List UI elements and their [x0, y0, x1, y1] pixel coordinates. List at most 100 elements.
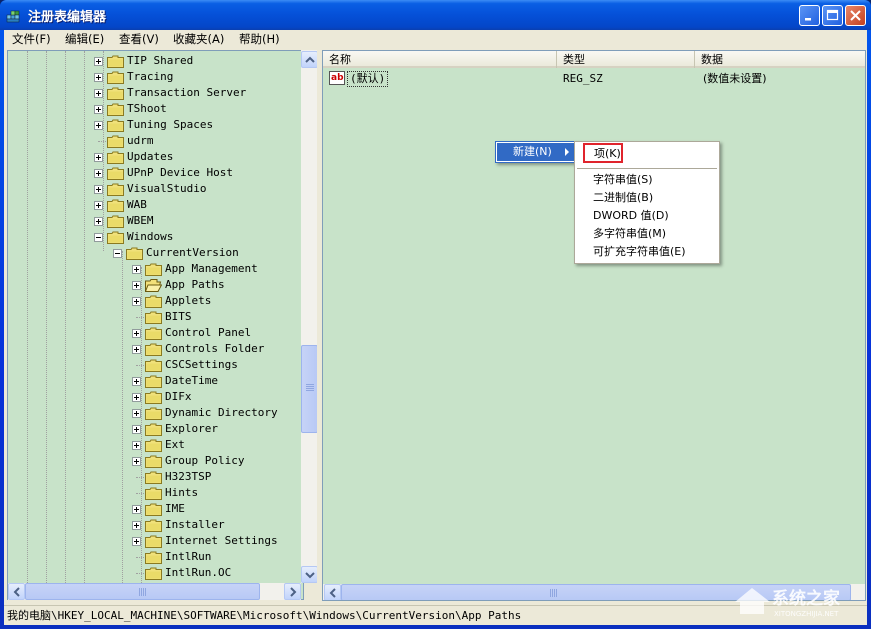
tree-item[interactable]: TShoot — [8, 101, 303, 117]
expand-icon[interactable] — [94, 185, 103, 194]
menu-item-expandable-string-value[interactable]: 可扩充字符串值(E) — [575, 243, 686, 261]
tree-connector — [136, 493, 144, 494]
folder-icon — [107, 167, 124, 180]
tree-item[interactable]: IntlRun.OC — [8, 565, 303, 581]
list-scroll-left-button[interactable] — [324, 584, 341, 600]
tree-item[interactable]: Tracing — [8, 69, 303, 85]
minimize-button[interactable] — [799, 5, 820, 26]
tree-item[interactable]: Internet Settings — [8, 533, 303, 549]
tree-item[interactable]: BITS — [8, 309, 303, 325]
registry-tree-pane[interactable]: TIP Shared Tracing Transaction Server TShoo… — [7, 50, 304, 600]
tree-item[interactable]: Control Panel — [8, 325, 303, 341]
expand-icon[interactable] — [132, 537, 141, 546]
chevron-left-icon — [329, 588, 336, 598]
tree-item[interactable]: TIP Shared — [8, 53, 303, 69]
tree-item[interactable]: Installer — [8, 517, 303, 533]
tree-item[interactable]: UPnP Device Host — [8, 165, 303, 181]
tree-item[interactable]: H323TSP — [8, 469, 303, 485]
menu-item-key[interactable]: 项(K) — [583, 143, 623, 163]
maximize-button[interactable] — [822, 5, 843, 26]
expand-icon[interactable] — [132, 521, 141, 530]
tree-scroll-down-button[interactable] — [301, 566, 318, 583]
expand-icon[interactable] — [94, 89, 103, 98]
expand-icon[interactable] — [94, 201, 103, 210]
pane-splitter[interactable] — [317, 49, 321, 605]
tree-vertical-scrollbar[interactable] — [301, 50, 318, 583]
expand-icon[interactable] — [132, 345, 141, 354]
expand-icon[interactable] — [132, 425, 141, 434]
tree-item[interactable]: Hints — [8, 485, 303, 501]
expand-icon[interactable] — [132, 377, 141, 386]
tree-item[interactable]: Updates — [8, 149, 303, 165]
menu-help[interactable]: 帮助(H) — [235, 31, 284, 48]
tree-item[interactable]: CSCSettings — [8, 357, 303, 373]
expand-icon[interactable] — [132, 441, 141, 450]
tree-item[interactable]: IntlRun — [8, 549, 303, 565]
tree-item[interactable]: App Management — [8, 261, 303, 277]
menu-favorites[interactable]: 收藏夹(A) — [169, 31, 228, 48]
tree-item[interactable]: WBEM — [8, 213, 303, 229]
menu-edit[interactable]: 编辑(E) — [61, 31, 108, 48]
column-header-data[interactable]: 数据 — [695, 51, 865, 68]
tree-item[interactable]: VisualStudio — [8, 181, 303, 197]
tree-item[interactable]: Controls Folder — [8, 341, 303, 357]
close-button[interactable] — [845, 5, 866, 26]
tree-item[interactable]: Transaction Server — [8, 85, 303, 101]
expand-icon[interactable] — [132, 329, 141, 338]
tree-item[interactable]: DIFx — [8, 389, 303, 405]
tree-horizontal-scroll-thumb[interactable] — [25, 583, 260, 600]
client-area: TIP Shared Tracing Transaction Server TShoo… — [4, 49, 867, 605]
tree-item[interactable]: udrm — [8, 133, 303, 149]
menu-item-binary-value[interactable]: 二进制值(B) — [575, 189, 653, 207]
menu-item-dword-value[interactable]: DWORD 值(D) — [575, 207, 669, 225]
menu-item-new[interactable]: 新建(N) — [497, 143, 575, 161]
tree-item[interactable]: Dynamic Directory — [8, 405, 303, 421]
expand-icon[interactable] — [132, 265, 141, 274]
tree-item[interactable]: Ext — [8, 437, 303, 453]
expand-icon[interactable] — [94, 217, 103, 226]
expand-icon[interactable] — [94, 73, 103, 82]
tree-item[interactable]: Tuning Spaces — [8, 117, 303, 133]
expand-icon[interactable] — [94, 121, 103, 130]
expand-icon[interactable] — [94, 169, 103, 178]
menu-item-multi-string-value[interactable]: 多字符串值(M) — [575, 225, 666, 243]
expand-icon[interactable] — [132, 393, 141, 402]
context-menu: 新建(N) — [495, 141, 577, 163]
collapse-icon[interactable] — [94, 233, 103, 242]
tree-item[interactable]: DateTime — [8, 373, 303, 389]
status-path: 我的电脑\HKEY_LOCAL_MACHINE\SOFTWARE\Microso… — [7, 609, 522, 622]
menu-item-string-value[interactable]: 字符串值(S) — [575, 171, 653, 189]
expand-icon[interactable] — [94, 57, 103, 66]
tree-item[interactable]: Explorer — [8, 421, 303, 437]
folder-icon — [107, 55, 124, 68]
tree-item[interactable]: Group Policy — [8, 453, 303, 469]
values-list-pane[interactable]: 名称 类型 数据 ab (默认) REG_SZ (数值未设置) — [322, 50, 866, 601]
tree-item[interactable]: Applets — [8, 293, 303, 309]
expand-icon[interactable] — [132, 457, 141, 466]
tree-item[interactable]: WAB — [8, 197, 303, 213]
menu-view[interactable]: 查看(V) — [115, 31, 163, 48]
tree-item[interactable]: CurrentVersion — [8, 245, 303, 261]
expand-icon[interactable] — [132, 297, 141, 306]
tree-scroll-right-button[interactable] — [284, 583, 301, 600]
collapse-icon[interactable] — [113, 249, 122, 258]
tree-scroll-up-button[interactable] — [301, 51, 318, 68]
tree-scroll-left-button[interactable] — [8, 583, 25, 600]
expand-icon[interactable] — [94, 105, 103, 114]
menu-item-multi-string-value-label: 多字符串值(M) — [593, 227, 667, 240]
expand-icon[interactable] — [132, 281, 141, 290]
expand-icon[interactable] — [94, 153, 103, 162]
tree-item[interactable]: App Paths — [8, 277, 303, 293]
expand-icon[interactable] — [132, 409, 141, 418]
folder-icon — [145, 391, 162, 404]
value-name: (默认) — [347, 71, 389, 87]
title-bar[interactable]: 注册表编辑器 — [0, 0, 871, 30]
tree-item[interactable]: IME — [8, 501, 303, 517]
list-row[interactable]: ab (默认) REG_SZ (数值未设置) — [323, 70, 865, 87]
column-header-type[interactable]: 类型 — [557, 51, 695, 68]
column-header-name[interactable]: 名称 — [323, 51, 557, 68]
tree-item[interactable]: Windows — [8, 229, 303, 245]
tree-vertical-scroll-thumb[interactable] — [301, 345, 318, 433]
expand-icon[interactable] — [132, 505, 141, 514]
menu-file[interactable]: 文件(F) — [8, 31, 55, 48]
